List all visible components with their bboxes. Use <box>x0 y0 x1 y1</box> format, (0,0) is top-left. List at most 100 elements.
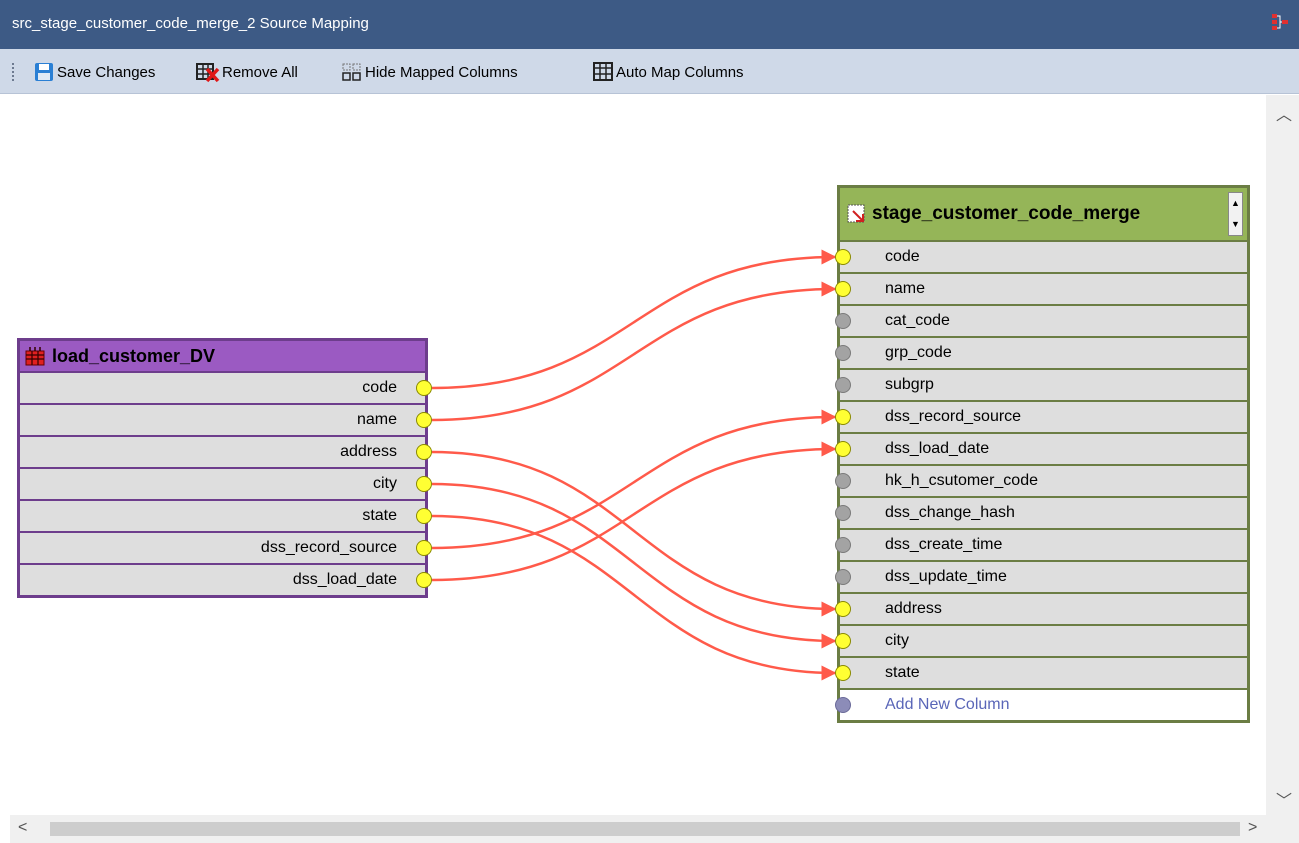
auto-map-columns-label: Auto Map Columns <box>616 63 744 81</box>
target-column-row[interactable]: name <box>835 274 1247 304</box>
connector-node-icon[interactable] <box>835 441 851 457</box>
connector-node-icon[interactable] <box>416 412 432 428</box>
target-column-row[interactable]: dss_load_date <box>835 434 1247 464</box>
source-column-label: dss_record_source <box>260 539 397 556</box>
target-column-label: dss_change_hash <box>885 504 1015 521</box>
scroll-left-arrow-icon[interactable]: < <box>18 819 27 837</box>
hide-mapped-columns-button[interactable]: Hide Mapped Columns <box>341 61 518 83</box>
connector-node-icon[interactable] <box>835 633 851 649</box>
source-column-row[interactable]: address <box>20 437 432 467</box>
mapping-line[interactable] <box>431 249 837 390</box>
connector-node-icon[interactable] <box>835 697 851 713</box>
connector-node-icon[interactable] <box>835 313 851 329</box>
connector-node-icon[interactable] <box>416 380 432 396</box>
source-table[interactable]: load_customer_DV code name address city stat… <box>17 338 432 598</box>
target-table-name: stage_customer_code_merge <box>872 203 1141 224</box>
connector-node-icon[interactable] <box>416 572 432 588</box>
save-changes-label: Save Changes <box>57 63 156 81</box>
source-column-row[interactable]: city <box>20 469 432 499</box>
mapping-line[interactable] <box>431 409 837 550</box>
target-column-label: city <box>885 632 909 649</box>
connector-node-icon[interactable] <box>835 377 851 393</box>
source-column-row[interactable]: name <box>20 405 432 435</box>
target-column-row[interactable]: dss_change_hash <box>835 498 1247 528</box>
connector-node-icon[interactable] <box>416 508 432 524</box>
connector-node-icon[interactable] <box>835 601 851 617</box>
target-column-row[interactable]: state <box>835 658 1247 688</box>
remove-all-icon <box>196 63 220 83</box>
target-column-row[interactable]: city <box>835 626 1247 656</box>
target-column-row[interactable]: dss_create_time <box>835 530 1247 560</box>
save-changes-button[interactable]: Save Changes <box>33 61 155 83</box>
source-table-name: load_customer_DV <box>52 345 216 366</box>
source-column-label: dss_load_date <box>292 571 397 588</box>
connector-node-icon[interactable] <box>835 505 851 521</box>
auto-map-columns-button[interactable]: Auto Map Columns <box>592 61 744 83</box>
horizontal-scrollbar[interactable]: < > <box>10 815 1266 843</box>
scroll-up-arrow-icon[interactable]: ︿ <box>1276 101 1292 125</box>
connector-node-icon[interactable] <box>416 476 432 492</box>
target-column-row[interactable]: code <box>835 242 1247 272</box>
window-title-bar: src_stage_customer_code_merge_2 Source M… <box>0 0 1299 49</box>
stage-table-icon <box>847 204 865 223</box>
add-new-column-row[interactable]: Add New Column <box>835 690 1247 720</box>
scroll-up-icon[interactable]: ▲ <box>1229 193 1242 214</box>
connector-node-icon[interactable] <box>835 409 851 425</box>
target-column-label: dss_record_source <box>885 408 1022 425</box>
target-column-label: subgrp <box>885 376 934 393</box>
target-column-label: grp_code <box>885 344 952 361</box>
target-column-row[interactable]: hk_h_csutomer_code <box>835 466 1247 496</box>
hide-columns-icon <box>342 63 361 81</box>
table-icon <box>25 347 45 366</box>
target-table-header[interactable]: stage_customer_code_merge ▲ ▼ <box>840 188 1247 240</box>
connector-node-icon[interactable] <box>835 569 851 585</box>
connector-node-icon[interactable] <box>416 540 432 556</box>
target-column-row[interactable]: dss_update_time <box>835 562 1247 592</box>
target-table[interactable]: stage_customer_code_merge ▲ ▼ code name ca… <box>835 185 1250 723</box>
mapping-line[interactable] <box>431 450 837 617</box>
mapping-line[interactable] <box>431 514 837 681</box>
mapping-line[interactable] <box>431 281 837 422</box>
mapping-canvas[interactable]: load_customer_DV code name address city stat… <box>10 95 1266 815</box>
vertical-scrollbar[interactable]: ︿ ﹀ <box>1266 95 1299 815</box>
source-table-header[interactable]: load_customer_DV <box>20 341 425 371</box>
target-column-row[interactable]: subgrp <box>835 370 1247 400</box>
source-column-label: code <box>362 379 397 396</box>
target-column-row[interactable]: grp_code <box>835 338 1247 368</box>
connector-node-icon[interactable] <box>835 473 851 489</box>
window-title: src_stage_customer_code_merge_2 Source M… <box>12 15 369 32</box>
remove-all-button[interactable]: Remove All <box>196 61 298 83</box>
source-column-row[interactable]: dss_load_date <box>20 565 432 595</box>
horizontal-scroll-thumb[interactable] <box>50 822 1240 836</box>
target-column-label: name <box>885 280 926 297</box>
mapping-line[interactable] <box>431 441 837 582</box>
target-column-row[interactable]: cat_code <box>835 306 1247 336</box>
connector-node-icon[interactable] <box>835 665 851 681</box>
connector-node-icon[interactable] <box>835 281 851 297</box>
target-column-row[interactable]: address <box>835 594 1247 624</box>
target-column-label: dss_load_date <box>885 440 990 457</box>
target-column-label: cat_code <box>885 312 950 329</box>
scrollbar-corner <box>1266 815 1299 843</box>
connector-node-icon[interactable] <box>416 444 432 460</box>
connector-node-icon[interactable] <box>835 345 851 361</box>
connector-node-icon[interactable] <box>835 537 851 553</box>
target-column-row[interactable]: dss_record_source <box>835 402 1247 432</box>
target-column-label: address <box>885 600 942 617</box>
source-column-row[interactable]: code <box>20 373 432 403</box>
target-column-label: dss_update_time <box>885 568 1007 585</box>
source-column-row[interactable]: dss_record_source <box>20 533 432 563</box>
source-column-label: name <box>356 411 397 428</box>
header-scroll-spinner[interactable]: ▲ ▼ <box>1228 192 1243 236</box>
toolbar-grip[interactable] <box>12 63 14 81</box>
scroll-down-icon[interactable]: ▼ <box>1229 214 1242 235</box>
source-column-label: address <box>340 443 397 460</box>
mapping-line[interactable] <box>431 482 837 649</box>
hide-mapped-columns-label: Hide Mapped Columns <box>365 63 518 81</box>
scroll-right-arrow-icon[interactable]: > <box>1248 819 1257 837</box>
connector-node-icon[interactable] <box>835 249 851 265</box>
scroll-down-arrow-icon[interactable]: ﹀ <box>1276 787 1292 811</box>
save-icon <box>35 63 53 81</box>
diagram-layout-icon[interactable] <box>1271 13 1289 31</box>
source-column-row[interactable]: state <box>20 501 432 531</box>
